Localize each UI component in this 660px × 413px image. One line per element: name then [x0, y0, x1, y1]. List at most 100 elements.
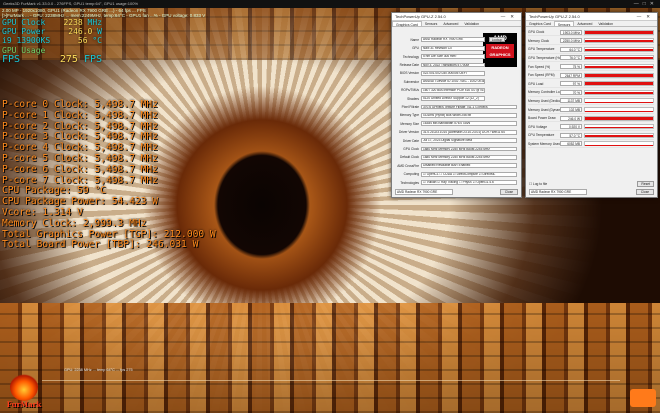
app-title-bar[interactable]: Geeks3D FurMark v1.33.0.0 - 276FPS, GPU1…	[0, 0, 660, 8]
flame-icon	[10, 373, 38, 401]
log-to-file-checkbox[interactable]: ☐ Log to file	[529, 182, 547, 186]
sensor-value: 76.0 °C	[560, 55, 582, 61]
spec-label: Pixel Fillrate	[401, 104, 419, 109]
gpuz-spec-row: Driver Version 31.0.21023.1014 (Adrenalin…	[395, 129, 518, 135]
tab-bar[interactable]: Graphics Card Sensors Advanced Validatio…	[392, 21, 521, 27]
sensor-graph	[584, 38, 654, 44]
spec-value: 1880 MHz Memory 2250 MHz Boost 2245 MHz	[421, 146, 517, 152]
sensor-graph	[584, 141, 654, 147]
spec-value: Nov 3, 2022 Transistors 57700M	[421, 62, 485, 68]
sensor-value: 57.0 °C	[560, 132, 582, 138]
close-button[interactable]: Close	[636, 189, 654, 195]
window-title: TechPowerUp GPU-Z 2.54.0	[529, 14, 580, 19]
hud-label: GPU Clock	[2, 18, 46, 27]
geeks3d-logo	[630, 389, 656, 407]
gpuz-graphics-card-window[interactable]: TechPowerUp GPU-Z 2.54.0 —✕ Graphics Car…	[391, 12, 522, 198]
sensor-row: Board Power Draw 246.0 W	[528, 115, 654, 123]
spec-label: Computing	[403, 172, 419, 177]
sensor-graph-fill	[585, 117, 653, 120]
hud-value: 275 FPS	[59, 53, 102, 65]
hud-summary: GPU Clock 2238 MHz GPU Power 246.0 Wi9 1390…	[2, 18, 102, 64]
sensor-graph-fill	[585, 144, 653, 146]
spec-label: Technology	[402, 54, 419, 59]
gpu-select[interactable]: AMD Radeon RX 7900 GRE	[529, 189, 587, 195]
sensor-value: 1137 MB	[560, 98, 582, 104]
lookup-button[interactable]: Lookup	[489, 37, 505, 42]
tab-sensors[interactable]: Sensors	[422, 21, 440, 26]
furmark-logo: FurMark	[4, 373, 44, 409]
hud-sensor-overlay: P-core 0 Clock: 5,498.7 MHz P-core 1 Cloc…	[2, 99, 216, 251]
window-controls[interactable]: —□✕	[634, 0, 658, 8]
hud-sensor-line: Total Board Power [TBP]: 246.031 W	[2, 239, 199, 251]
spec-value: 022.001.002.030.000005 UEFI	[421, 70, 485, 76]
progress-line	[42, 380, 620, 381]
spec-label: Name	[410, 37, 419, 42]
sensor-graph-fill	[585, 135, 653, 137]
sensor-row: GPU Load 97 %	[528, 81, 654, 88]
sensor-graph-fill	[585, 74, 653, 77]
sensor-row: Fan Speed (%) 75 %	[528, 63, 654, 71]
spec-value: ☑ OpenCL ☐ CUDA ☑ DirectCompute ☑ Direct…	[421, 171, 517, 177]
sensor-value: 75 %	[560, 64, 582, 70]
spec-label: Shaders	[407, 96, 419, 101]
sensor-value: 0.920 V	[560, 124, 582, 130]
tab-graphics-card[interactable]: Graphics Card	[526, 21, 554, 26]
gpuz-sensors-window[interactable]: TechPowerUp GPU-Z 2.54.0 —✕ Graphics Car…	[525, 12, 658, 198]
gpuz-spec-row: Technologies ☑ Vulkan ☑ Ray Tracing ☐ Phy…	[395, 180, 518, 186]
spec-value: 16384 MB Bandwidth 576.0 GB/s	[421, 121, 517, 127]
spec-value: Jul 17, 2023 Digital Signature Beta	[421, 138, 517, 143]
sensor-value: 64.0 °C	[560, 46, 582, 52]
sensor-graph	[584, 72, 654, 78]
sensor-row: Memory Clock 2250.0 MHz	[528, 38, 654, 45]
tab-advanced[interactable]: Advanced	[440, 21, 461, 26]
spec-value: 5 nm Die Size 306 mm²	[421, 54, 485, 59]
sensor-graph-fill	[585, 65, 653, 69]
gpuz-spec-row: Memory Type GDDR6 (Hynix) Bus Width 256 b…	[395, 112, 518, 119]
tab-validation[interactable]: Validation	[461, 21, 482, 26]
sensor-value: 102 MB	[560, 107, 582, 113]
gpuz-spec-row: Technology 5 nm Die Size 306 mm²	[395, 54, 518, 60]
sensor-graph	[584, 64, 654, 70]
furmark-logo-text: FurMark	[6, 400, 42, 409]
window-title-bar[interactable]: TechPowerUp GPU-Z 2.54.0 —✕	[392, 13, 521, 21]
hud-sensor-line: P-core 6 Clock: 5,498.7 MHz	[2, 163, 158, 175]
sensor-graph-fill	[585, 31, 653, 34]
log-controls: ☐ Log to file Reset	[529, 181, 654, 187]
reset-button[interactable]: Reset	[637, 181, 654, 187]
sensor-graph	[584, 55, 654, 61]
gpuz-spec-row: Memory Size 16384 MB Bandwidth 576.0 GB/s	[395, 121, 518, 127]
spec-label: ROPs/TMUs	[401, 88, 419, 93]
tab-advanced[interactable]: Advanced	[574, 21, 595, 26]
sensor-graph	[584, 46, 654, 52]
sensor-graph	[584, 98, 654, 104]
window-title-bar[interactable]: TechPowerUp GPU-Z 2.54.0 —✕	[526, 13, 657, 21]
log-to-file-label: Log to file	[532, 182, 548, 186]
spec-value: 1880 MHz Memory 2250 MHz Boost 2245 MHz	[421, 154, 517, 160]
spec-value: GDDR6 (Hynix) Bus Width 256 bit	[421, 112, 517, 118]
spec-value: Navi 31 Revision C0	[421, 45, 485, 51]
window-controls[interactable]: —✕	[501, 13, 519, 21]
tab-validation[interactable]: Validation	[595, 21, 616, 26]
sensor-label: CPU Temperature	[528, 133, 555, 138]
gpuz-spec-row: Subvendor AMD/ATI Device ID 1002 744C - 1…	[395, 79, 518, 85]
spec-label: AMD CrossFire	[397, 163, 419, 168]
tab-bar[interactable]: Graphics Card Sensors Advanced Validatio…	[526, 21, 657, 27]
sensor-label: Memory Used (Dedicated)	[528, 98, 560, 103]
hud-summary-row: i9 13900KS 56 °C	[2, 36, 102, 45]
tab-graphics-card[interactable]: Graphics Card	[392, 21, 422, 27]
tab-sensors[interactable]: Sensors	[553, 21, 575, 27]
hud-label: i9 13900KS	[2, 36, 51, 46]
hud-summary-row: GPU Clock 2238 MHz	[2, 18, 102, 27]
sensor-graph-fill	[585, 91, 653, 94]
spec-label: GPU Clock	[403, 146, 419, 151]
status-lines: 2.00 MP - 1920x1080, GPU1 (Radeon RX 790…	[2, 8, 205, 18]
gpuz-spec-row: AMD CrossFire Disabled Resizable BAR Enab…	[395, 163, 518, 169]
close-button[interactable]: Close	[500, 189, 518, 195]
sensor-graph-fill	[585, 126, 653, 129]
gpu-select[interactable]: AMD Radeon RX 7900 GRE	[395, 189, 453, 195]
hud-value: 2238 MHz	[63, 18, 102, 27]
spec-label: Memory Size	[400, 121, 419, 126]
gpuz-spec-row: Default Clock 1880 MHz Memory 2250 MHz Bo…	[395, 154, 518, 161]
spec-label: Driver Date	[402, 138, 419, 143]
window-controls[interactable]: —✕	[637, 13, 655, 21]
